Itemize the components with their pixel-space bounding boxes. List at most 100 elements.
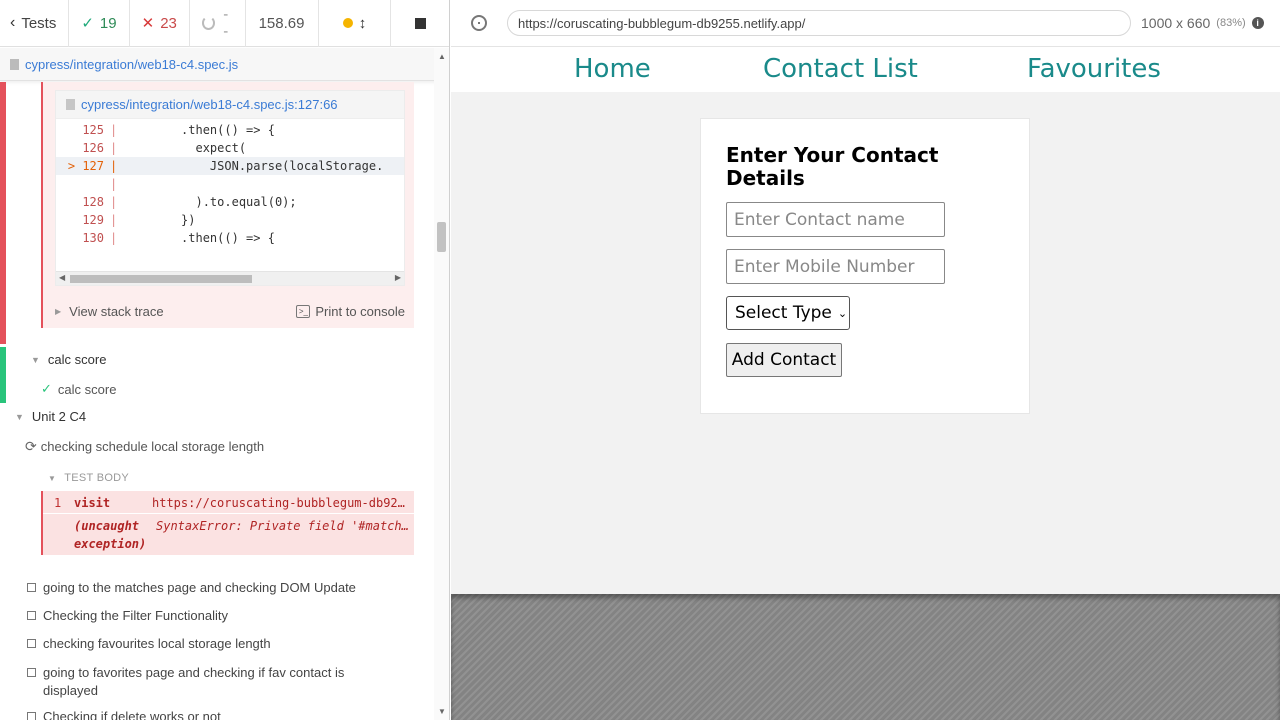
contact-name-input[interactable]: Enter Contact name [726,202,945,237]
input-placeholder: Enter Contact name [734,209,905,230]
mobile-number-input[interactable]: Enter Mobile Number [726,249,945,284]
error-panel: cypress/integration/web18-c4.spec.js:127… [41,82,414,328]
test-pending[interactable]: going to favorites page and checking if … [27,664,344,700]
scrollbar-thumb[interactable] [437,222,446,252]
app-navbar: Home Contact List Favourites [451,47,1280,92]
nav-link-contact-list[interactable]: Contact List [763,54,918,84]
select-value: Select Type [735,303,832,323]
command-log-error[interactable]: 1 visit https://coruscating-bubblegum-db… [41,491,414,555]
stop-icon [415,17,427,29]
file-icon [66,99,75,110]
code-line: 126 | expect( [82,141,247,155]
test-title: going to the matches page and checking D… [43,580,356,595]
test-title: Checking if delete works or not [43,709,221,720]
contact-form-card: Enter Your Contact Details Enter Contact… [700,118,1030,414]
stop-button[interactable] [391,0,449,47]
code-line: 125 | .then(() => { [82,123,275,137]
code-line: | [110,177,118,191]
viewport-scale: (83%) [1216,17,1246,29]
test-title: checking favourites local storage length [43,636,271,651]
url-text: https://coruscating-bubblegum-db9255.net… [518,15,806,31]
view-stack-trace-label: View stack trace [69,303,164,319]
scrollbar-thumb[interactable] [70,275,252,283]
code-frame-scrollbar[interactable]: ◀ ▶ [56,271,404,285]
aut-iframe: Home Contact List Favourites Enter Your … [451,47,1280,594]
scroll-down-icon[interactable]: ▼ [438,707,446,716]
test-body-label: TEST BODY [64,472,130,484]
viewport-info[interactable]: 1000 x 660 (83%) i [1141,15,1264,31]
suite-title: calc score [47,352,107,367]
code-line: 128 | ).to.equal(0); [82,195,297,209]
file-icon [10,58,19,70]
view-stack-trace-toggle[interactable]: ▶ View stack trace [55,304,164,319]
status-dot-icon [342,18,353,28]
suite-unit-2-c4[interactable]: ▼ Unit 2 C4 [15,409,86,424]
caret-down-icon: ▼ [31,354,40,365]
caret-down-icon: ▼ [15,411,24,422]
test-calc-score[interactable]: ✓ calc score [41,381,116,397]
viewport-size: 1000 x 660 [1141,15,1211,31]
command-name: visit [74,496,111,510]
cross-icon: ✕ [141,15,155,32]
test-running[interactable]: ⟳ checking schedule local storage length [25,438,264,455]
scroll-left-icon[interactable]: ◀ [59,273,65,282]
selector-playground-icon[interactable] [471,15,487,31]
info-icon[interactable]: i [1251,17,1264,29]
nav-link-favourites[interactable]: Favourites [1027,54,1161,84]
up-down-arrow-icon: ↕ [358,14,367,32]
chevron-down-icon: ⌄ [837,306,848,320]
passed-suite-indicator [0,347,6,403]
test-title: calc score [57,381,117,397]
caret-down-icon: ▼ [48,473,57,483]
code-line: 130 | .then(() => { [82,231,275,245]
test-pending[interactable]: checking favourites local storage length [27,636,271,651]
stack-trace-row: ▶ View stack trace >_ Print to console [55,300,405,322]
suite-title: Unit 2 C4 [31,409,87,424]
pending-square-icon [27,712,36,720]
stats-bar: ‹ Tests ✓ 19 ✕ 23 -- 158.69 ↕ [0,0,449,47]
nav-link-home[interactable]: Home [574,54,651,84]
failed-count: ✕ 23 [130,0,190,47]
chevron-left-icon: ‹ [10,14,16,31]
aut-header: https://coruscating-bubblegum-db9255.net… [451,0,1280,47]
print-to-console-button[interactable]: >_ Print to console [296,304,405,319]
test-body-toggle[interactable]: ▼ TEST BODY [48,472,129,484]
pending-square-icon [27,583,36,592]
aut-background [451,594,1280,720]
code-line: 129 | }) [82,213,196,227]
uncaught-exception-label: (uncaught exception) [74,519,147,551]
code-frame-header[interactable]: cypress/integration/web18-c4.spec.js:127… [56,91,404,119]
code-frame: cypress/integration/web18-c4.spec.js:127… [55,90,405,286]
check-icon: ✓ [81,15,94,32]
check-icon: ✓ [41,381,52,396]
terminal-icon: >_ [296,304,311,318]
spec-path[interactable]: cypress/integration/web18-c4.spec.js [25,57,238,72]
test-pending[interactable]: Checking if delete works or not [27,709,221,720]
add-contact-button[interactable]: Add Contact [726,343,842,377]
input-placeholder: Enter Mobile Number [734,256,915,277]
spec-file-header[interactable]: cypress/integration/web18-c4.spec.js [0,48,449,81]
exception-message: SyntaxError: Private field '#match… [156,519,409,533]
test-pending[interactable]: Checking the Filter Functionality [27,608,228,623]
spinner-icon [201,16,216,30]
reporter-scrollbar[interactable]: ▲ ▼ [434,48,449,720]
failed-suite-indicator [0,82,6,344]
passed-count: ✓ 19 [69,0,130,47]
test-pending[interactable]: going to the matches page and checking D… [27,580,356,595]
scroll-up-icon[interactable]: ▲ [438,52,446,61]
passed-value: 19 [99,14,117,32]
pending-square-icon [27,611,36,620]
code-frame-path[interactable]: cypress/integration/web18-c4.spec.js:127… [81,97,338,112]
pending-value: -- [223,6,229,40]
scroll-right-icon[interactable]: ▶ [395,273,401,282]
url-bar[interactable]: https://coruscating-bubblegum-db9255.net… [507,10,1131,36]
suite-calc-score[interactable]: ▼ calc score [31,352,106,367]
tests-back-button[interactable]: ‹ Tests [0,0,70,47]
type-select[interactable]: Select Type ⌄ [726,296,850,330]
command-number: 1 [54,496,62,510]
auto-scroll-toggle[interactable]: ↕ [319,0,392,47]
command-visit[interactable]: 1 visit https://coruscating-bubblegum-db… [54,494,405,512]
caret-right-icon: ▶ [55,306,62,316]
divider [43,513,414,514]
test-title: Checking the Filter Functionality [43,608,228,623]
